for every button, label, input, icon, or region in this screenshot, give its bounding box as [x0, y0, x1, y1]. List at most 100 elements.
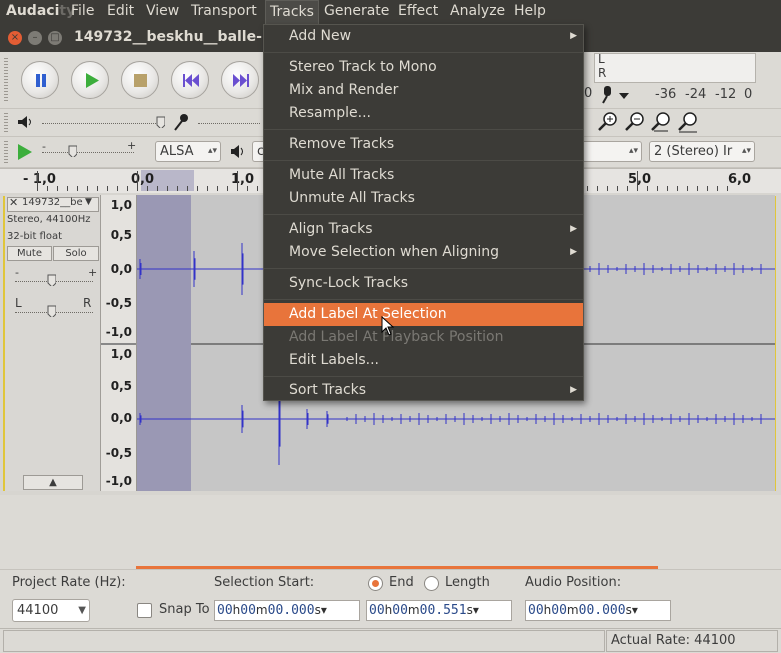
menu-help[interactable]: Help — [514, 3, 546, 19]
menu-item-add-label-selection[interactable]: Add Label At Selection — [264, 303, 583, 326]
window-maximize-button[interactable]: □ — [48, 31, 62, 45]
ruler-tick — [687, 186, 688, 191]
actual-rate: Actual Rate: 44100 — [606, 630, 778, 652]
vruler-label: -0,5 — [105, 446, 132, 460]
ruler-tick — [647, 186, 648, 191]
menu-item-align-tracks[interactable]: Align Tracks ▶ — [264, 218, 583, 241]
toolbar-grip[interactable] — [4, 58, 8, 102]
status-message — [3, 630, 605, 652]
tracks-dropdown-menu: Add New ▶ Stereo Track to Mono Mix and Re… — [263, 24, 584, 401]
playback-volume-slider[interactable] — [42, 123, 160, 125]
audio-host-select[interactable]: ALSA ▴▾ — [155, 141, 221, 162]
menu-item-move-selection-aligning[interactable]: Move Selection when Aligning ▶ — [264, 241, 583, 264]
track-close-button[interactable]: ✕ — [9, 196, 18, 209]
status-bar: Actual Rate: 44100 — [0, 628, 781, 653]
menu-transport[interactable]: Transport — [191, 3, 257, 19]
ruler-tick — [57, 186, 58, 191]
skip-end-button[interactable] — [221, 61, 259, 99]
ruler-tick — [67, 186, 68, 191]
menu-view[interactable]: View — [146, 3, 179, 19]
vruler-label: -1,0 — [105, 325, 132, 339]
play-button[interactable] — [71, 61, 109, 99]
zoom-in-icon[interactable] — [597, 111, 619, 133]
menu-tracks[interactable]: Tracks — [265, 0, 319, 24]
vruler-label: -1,0 — [105, 474, 132, 488]
record-meter-menu[interactable] — [599, 85, 629, 105]
audio-position-time[interactable]: 00h00m00.000s▾ — [525, 600, 671, 621]
ruler-tick — [657, 186, 658, 191]
menu-item-sync-lock[interactable]: Sync-Lock Tracks — [264, 272, 583, 295]
playback-volume-thumb[interactable] — [156, 116, 165, 128]
solo-button[interactable]: Solo — [53, 246, 99, 261]
ruler-tick — [247, 186, 248, 191]
play-icon — [86, 73, 99, 88]
zoom-out-icon[interactable] — [624, 111, 646, 133]
audio-position-label: Audio Position: — [525, 575, 622, 590]
menu-item-unmute-all[interactable]: Unmute All Tracks — [264, 187, 583, 210]
ruler-tick — [617, 186, 618, 191]
input-device-select[interactable]: ▴▾ — [580, 141, 642, 162]
toolbar-grip[interactable] — [4, 113, 8, 133]
ruler-tick — [717, 186, 718, 191]
window-close-button[interactable]: × — [8, 31, 22, 45]
snap-to-label: Snap To — [159, 602, 210, 617]
menu-analyze[interactable]: Analyze — [450, 3, 505, 19]
menu-edit[interactable]: Edit — [107, 3, 134, 19]
project-rate-select[interactable]: 44100 ▼ — [12, 599, 90, 622]
length-radio[interactable] — [424, 576, 439, 591]
end-radio[interactable] — [368, 576, 383, 591]
vruler-label: 0,5 — [110, 379, 132, 393]
play-speed-slider[interactable] — [42, 152, 134, 154]
collapse-icon: ▲ — [49, 477, 57, 488]
mute-button[interactable]: Mute — [7, 246, 52, 261]
menu-item-add-label-playback: Add Label At Playback Position — [289, 329, 504, 345]
skip-start-button[interactable] — [171, 61, 209, 99]
menu-item-resample[interactable]: Resample... — [264, 102, 583, 125]
fit-selection-icon[interactable] — [650, 111, 672, 133]
ruler-tick — [607, 186, 608, 191]
input-channels-select[interactable]: 2 (Stereo) Ir ▴▾ — [649, 141, 755, 162]
track-info-rate: Stereo, 44100Hz — [7, 214, 91, 225]
vruler-label: -0,5 — [105, 296, 132, 310]
meter-right-label: R — [598, 66, 607, 80]
selection-start-time[interactable]: 00h00m00.000s▾ — [214, 600, 360, 621]
selection-end-time[interactable]: 00h00m00.551s▾ — [366, 600, 512, 621]
menu-effect[interactable]: Effect — [398, 3, 438, 19]
play-at-speed-icon[interactable] — [14, 142, 34, 162]
window-minimize-button[interactable]: – — [28, 31, 42, 45]
gain-slider-thumb[interactable] — [47, 274, 56, 286]
track-name-button[interactable]: 149732__be — [22, 197, 83, 208]
meter-db-36: -36 — [655, 87, 677, 102]
menu-generate[interactable]: Generate — [324, 3, 389, 19]
meter-db-12: -12 — [715, 87, 737, 102]
menu-item-mix-and-render[interactable]: Mix and Render — [264, 79, 583, 102]
menu-item-stereo-to-mono[interactable]: Stereo Track to Mono — [264, 56, 583, 79]
pan-slider-thumb[interactable] — [47, 305, 56, 317]
vruler-label: 0,0 — [110, 411, 132, 425]
ruler-tick — [677, 186, 678, 191]
project-rate-label: Project Rate (Hz): — [12, 575, 126, 590]
pause-button[interactable] — [21, 61, 59, 99]
track-menu-icon[interactable]: ▼ — [85, 197, 92, 207]
menu-item-remove-tracks[interactable]: Remove Tracks — [264, 133, 583, 156]
skip-start-icon — [183, 74, 199, 87]
fit-project-icon[interactable] — [677, 111, 699, 133]
menu-item-edit-labels[interactable]: Edit Labels... — [264, 349, 583, 372]
window-title: 149732__beskhu__balle-pin — [74, 29, 287, 45]
menu-item-sort-tracks[interactable]: Sort Tracks ▶ — [264, 379, 583, 402]
pan-left-label: L — [15, 296, 22, 310]
ruler-tick — [147, 186, 148, 191]
ruler-tick — [237, 171, 238, 191]
empty-track-space[interactable] — [0, 495, 781, 570]
recording-meter[interactable] — [594, 53, 756, 83]
collapse-track-button[interactable]: ▲ — [23, 475, 83, 490]
stop-button[interactable] — [121, 61, 159, 99]
menu-file[interactable]: File — [71, 3, 94, 19]
play-speed-thumb[interactable] — [68, 145, 77, 157]
toolbar-grip[interactable] — [4, 141, 8, 163]
menu-item-add-new[interactable]: Add New ▶ — [264, 25, 583, 48]
recording-volume-slider[interactable] — [198, 123, 260, 125]
snap-to-checkbox[interactable] — [137, 603, 152, 618]
track-info-format: 32-bit float — [7, 231, 63, 242]
menu-item-mute-all[interactable]: Mute All Tracks — [264, 164, 583, 187]
